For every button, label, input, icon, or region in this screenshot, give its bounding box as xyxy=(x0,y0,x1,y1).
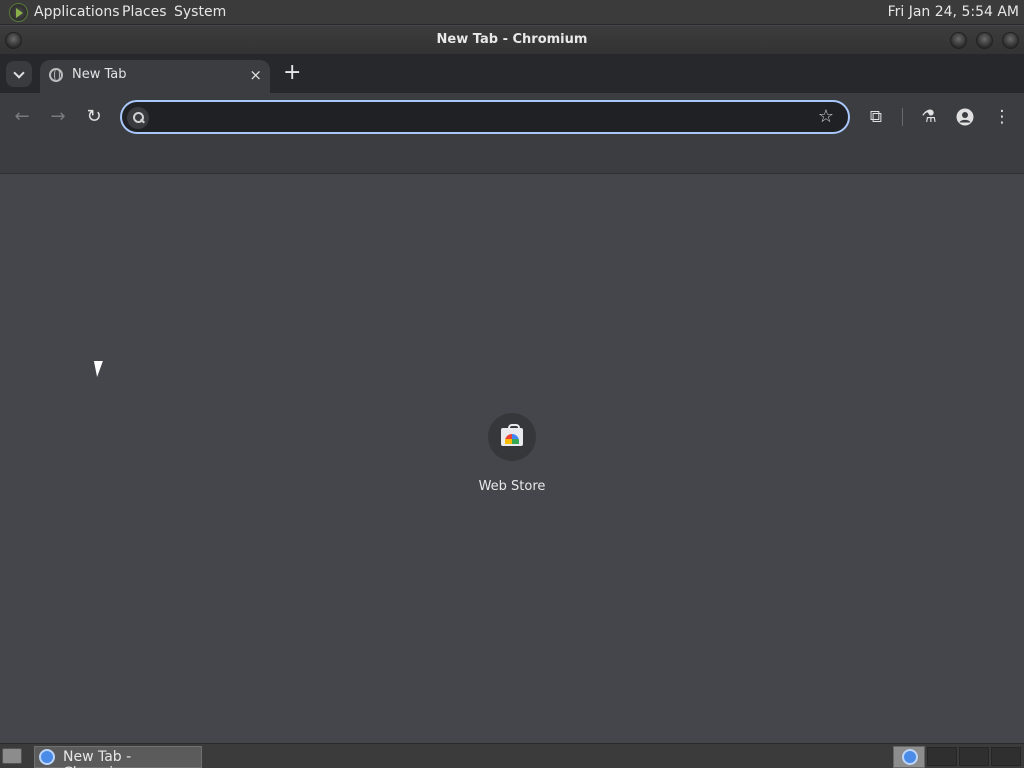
desktop-screen: Applications Places System Fri Jan 24, 5… xyxy=(0,0,1024,768)
labs-flask-icon[interactable]: ⚗ xyxy=(917,105,941,129)
chromium-icon xyxy=(902,749,918,765)
workspace-4[interactable] xyxy=(991,747,1021,766)
back-button[interactable]: ← xyxy=(10,105,34,129)
tab-close-icon[interactable]: × xyxy=(249,66,262,84)
shortcut-tile[interactable] xyxy=(488,413,536,461)
omnibox[interactable]: ☆ xyxy=(120,100,850,134)
close-window-button[interactable] xyxy=(1002,32,1019,49)
reload-button[interactable]: ↻ xyxy=(82,105,106,129)
browser-toolbar: ← → ↻ ☆ ⧉ ⚗ ⋮ xyxy=(0,93,1024,141)
chromium-icon xyxy=(39,749,55,765)
taskbar-item-chromium[interactable]: New Tab - Chromium xyxy=(34,746,202,768)
workspace-2[interactable] xyxy=(927,747,957,766)
toolbar-separator xyxy=(902,108,903,126)
extensions-icon[interactable]: ⧉ xyxy=(864,105,888,129)
bookmark-star-icon[interactable]: ☆ xyxy=(818,106,834,127)
tab-strip: New Tab × + xyxy=(0,54,1024,93)
forward-button[interactable]: → xyxy=(46,105,70,129)
tab-new-tab[interactable]: New Tab × xyxy=(40,60,270,93)
clock[interactable]: Fri Jan 24, 5:54 AM xyxy=(888,4,1019,20)
taskbar-item-label: New Tab - Chromium xyxy=(63,749,136,768)
window-titlebar[interactable]: New Tab - Chromium xyxy=(0,26,1024,54)
applications-menu[interactable]: Applications xyxy=(34,4,120,20)
new-tab-page: Web Store xyxy=(0,175,1024,743)
places-menu[interactable]: Places xyxy=(122,4,167,20)
workspace-chromium-thumbnail[interactable] xyxy=(893,746,925,768)
search-icon xyxy=(127,107,149,129)
workspace-3[interactable] xyxy=(959,747,989,766)
show-desktop-icon[interactable] xyxy=(2,748,22,764)
window-title: New Tab - Chromium xyxy=(436,32,588,47)
window-menu-button[interactable] xyxy=(5,32,22,49)
maximize-button[interactable] xyxy=(976,32,993,49)
minimize-button[interactable] xyxy=(950,32,967,49)
system-menu[interactable]: System xyxy=(174,4,226,20)
tab-search-button[interactable] xyxy=(6,61,32,87)
profile-avatar-icon[interactable] xyxy=(953,105,977,129)
tab-title: New Tab xyxy=(72,67,127,82)
bottom-panel: New Tab - Chromium xyxy=(0,743,1024,768)
shortcut-label: Web Store xyxy=(478,479,546,494)
new-tab-button[interactable]: + xyxy=(283,62,301,84)
top-panel: Applications Places System Fri Jan 24, 5… xyxy=(0,0,1024,25)
bookmark-bar xyxy=(0,141,1024,174)
globe-icon xyxy=(49,68,63,82)
web-store-icon xyxy=(501,424,523,446)
chrome-menu-button[interactable]: ⋮ xyxy=(990,105,1014,129)
distro-logo-icon[interactable] xyxy=(9,3,28,22)
address-input[interactable] xyxy=(156,107,796,129)
